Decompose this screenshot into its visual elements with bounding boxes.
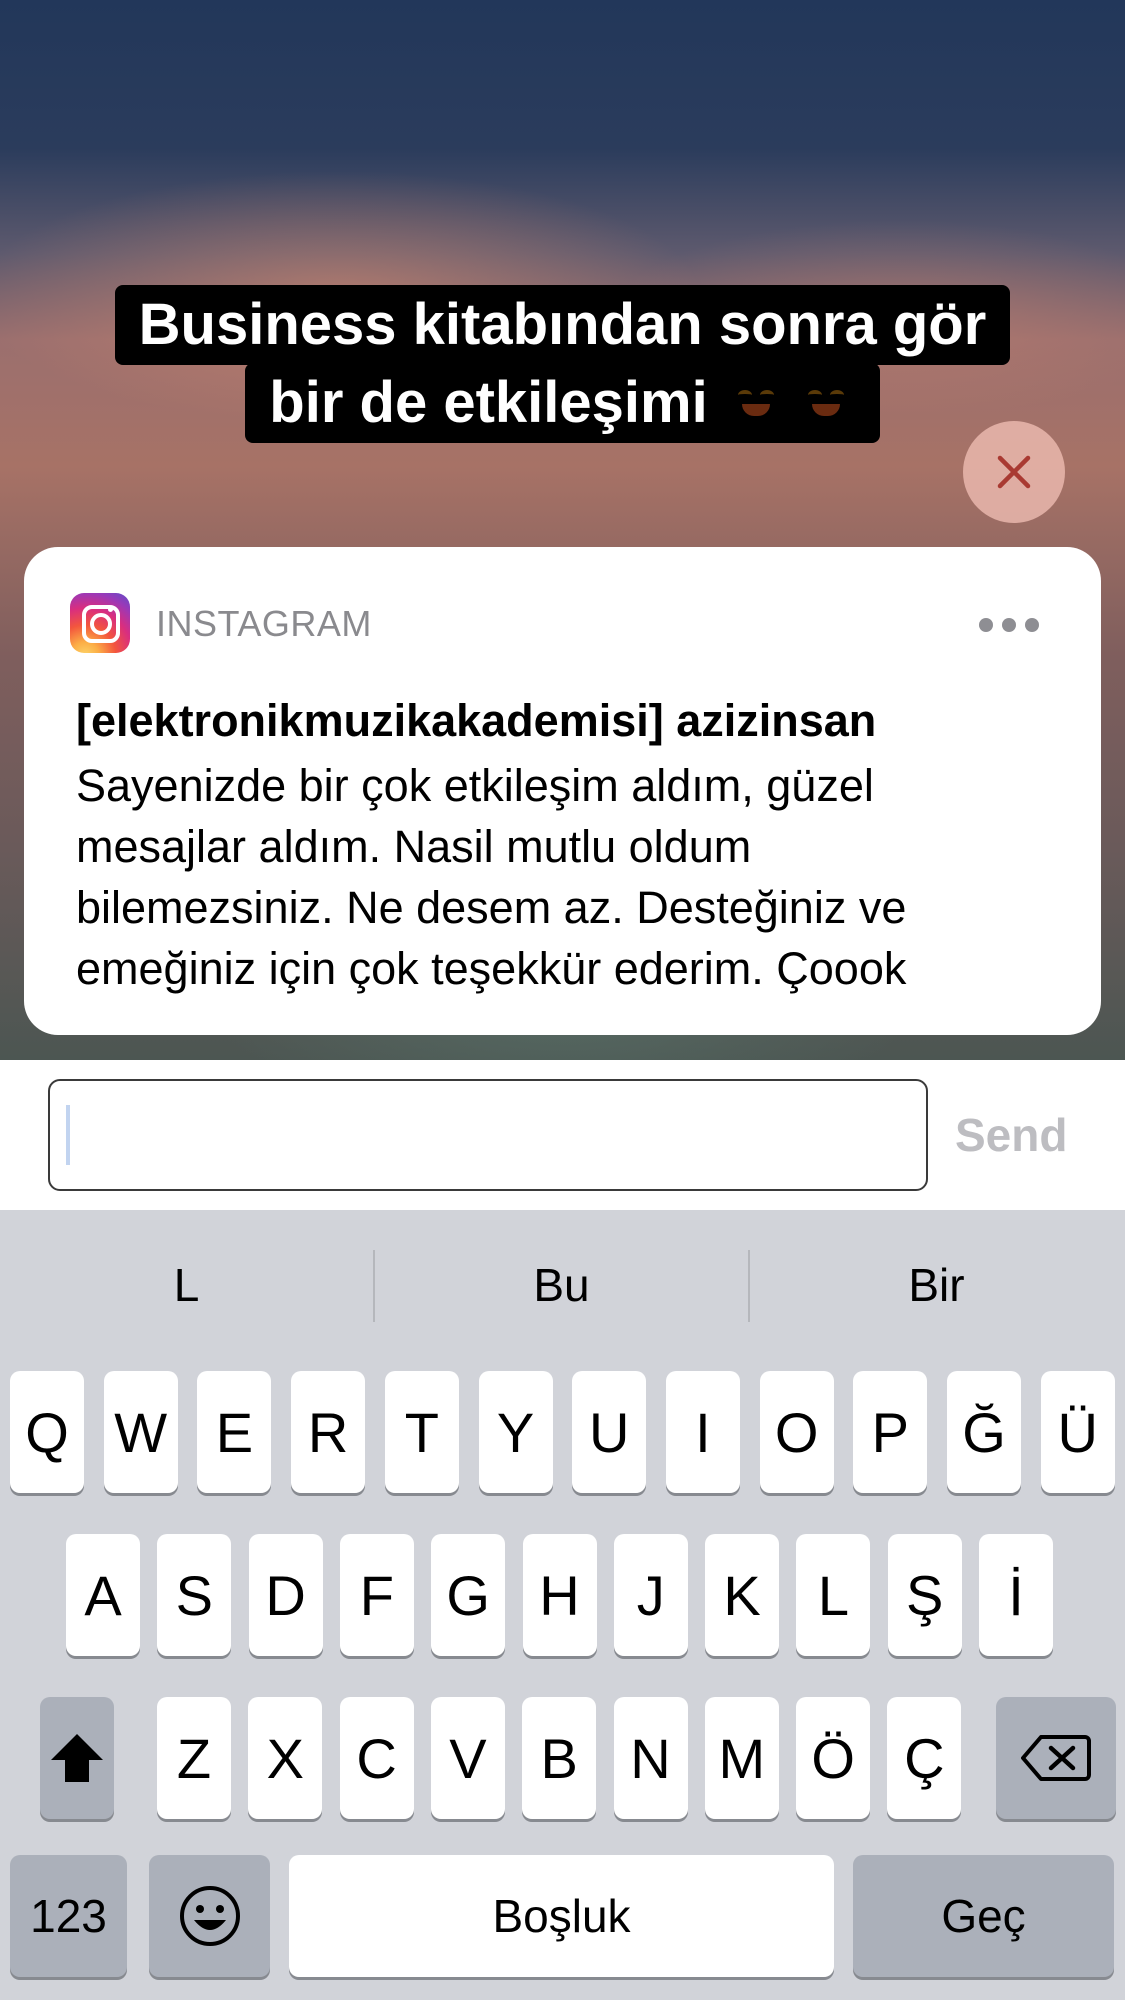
send-button[interactable]: Send [955,1108,1067,1162]
body-line: emeğiniz için çok teşekkür ederim. Çoook [76,943,907,994]
suggestion-item[interactable]: Bu [375,1258,748,1312]
key-s[interactable]: S [157,1534,232,1656]
keyboard: L Bu Bir 123 Boşluk Geç QWERTYUIOPĞÜ ASDF… [0,1210,1125,2000]
rolling-on-floor-laughing-icon [725,370,786,430]
text-caret [66,1105,70,1165]
story-caption-line-2: bir de etkileşimi [0,363,1125,443]
key-b[interactable]: B [522,1697,597,1819]
return-key[interactable]: Geç [853,1855,1114,1977]
key-k[interactable]: K [705,1534,780,1656]
app-name: INSTAGRAM [156,603,372,644]
key-v[interactable]: V [430,1697,505,1819]
key-g[interactable]: G [431,1534,506,1656]
notification-title: [elektronikmuzikakademisi] azizinsan [76,695,877,746]
key-ğ[interactable]: Ğ [947,1371,1021,1493]
key-z[interactable]: Z [157,1697,231,1819]
key-ç[interactable]: Ç [887,1697,962,1819]
shift-icon [51,1734,103,1782]
key-m[interactable]: M [704,1697,779,1819]
caption-text: bir de etkileşimi [269,370,708,435]
key-i̇[interactable]: İ [979,1534,1053,1656]
key-ş[interactable]: Ş [887,1534,962,1656]
key-d[interactable]: D [248,1534,323,1656]
key-i[interactable]: I [665,1371,740,1493]
key-c[interactable]: C [339,1697,414,1819]
reply-bar: Send [0,1060,1125,1210]
key-h[interactable]: H [522,1534,597,1656]
close-icon [997,455,1031,489]
notification-card[interactable]: INSTAGRAM [elektronikmuzikakademisi] azi… [24,547,1101,1035]
key-f[interactable]: F [339,1534,414,1656]
body-line: Sayenizde bir çok etkileşim aldım, güzel [76,760,874,811]
key-e[interactable]: E [197,1371,272,1493]
backspace-key[interactable] [996,1697,1116,1819]
key-l[interactable]: L [796,1534,871,1656]
notification-body: Sayenizde bir çok etkileşim aldım, güzel… [76,755,1076,999]
space-key[interactable]: Boşluk [289,1855,834,1977]
more-options-icon[interactable] [979,618,1039,632]
key-ö[interactable]: Ö [796,1697,871,1819]
body-line: mesajlar aldım. Nasil mutlu oldum [76,821,752,872]
key-a[interactable]: A [66,1534,140,1656]
key-p[interactable]: P [853,1371,928,1493]
numbers-key[interactable]: 123 [10,1855,127,1977]
key-j[interactable]: J [613,1534,688,1656]
rolling-on-floor-laughing-icon [795,370,856,430]
key-r[interactable]: R [291,1371,366,1493]
key-o[interactable]: O [759,1371,834,1493]
emoji-icon [179,1886,240,1946]
shift-key[interactable] [40,1697,114,1819]
key-x[interactable]: X [248,1697,323,1819]
key-u[interactable]: U [572,1371,647,1493]
body-line: bilemezsiniz. Ne desem az. Desteğiniz ve [76,882,907,933]
key-w[interactable]: W [103,1371,178,1493]
backspace-icon [1021,1735,1091,1781]
close-button[interactable] [963,421,1065,523]
key-n[interactable]: N [613,1697,688,1819]
suggestion-item[interactable]: L [0,1258,373,1312]
key-q[interactable]: Q [10,1371,84,1493]
reply-input[interactable] [48,1079,928,1191]
instagram-icon [70,593,130,653]
key-ü[interactable]: Ü [1040,1371,1115,1493]
key-y[interactable]: Y [478,1371,553,1493]
suggestion-item[interactable]: Bir [750,1258,1123,1312]
key-t[interactable]: T [384,1371,459,1493]
story-caption-line-1: Business kitabından sonra gör [0,285,1125,365]
emoji-key[interactable] [149,1855,270,1977]
